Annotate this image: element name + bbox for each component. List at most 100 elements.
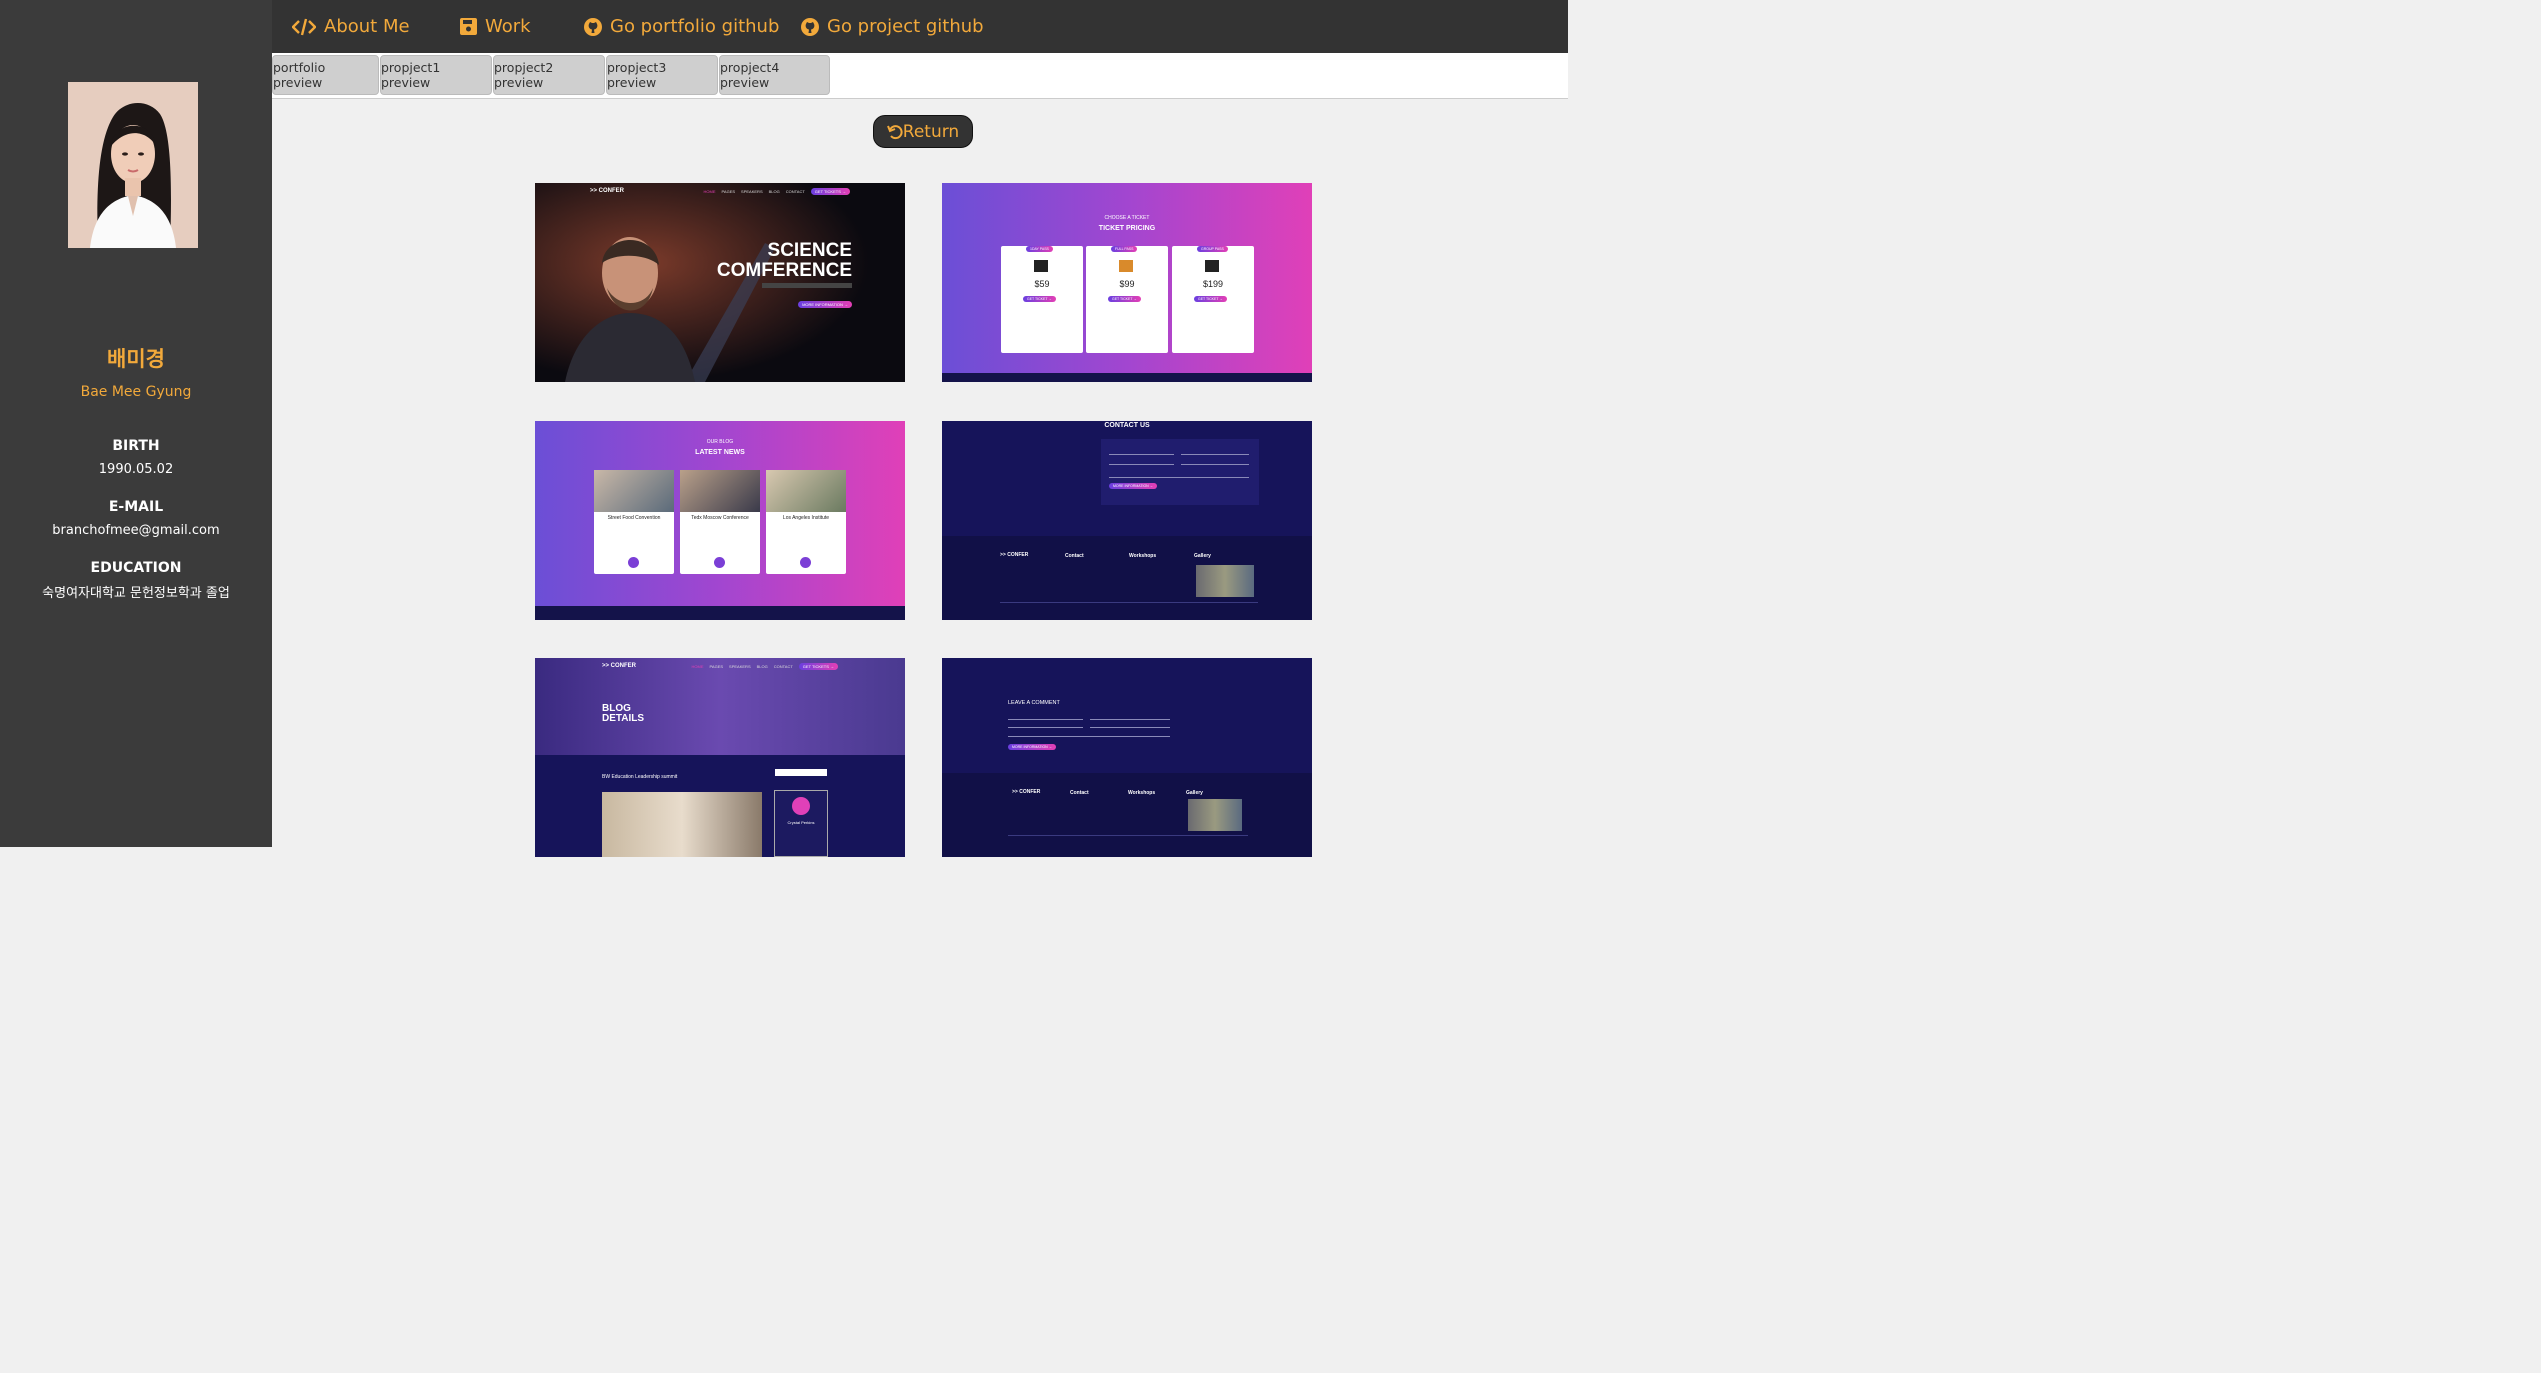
pricing-button: GET TICKET → — [1194, 296, 1227, 302]
hero-title-line2: COMFERENCE — [716, 260, 852, 281]
form-line — [1109, 464, 1174, 465]
blog-search-field — [775, 769, 827, 776]
return-button[interactable]: Return — [873, 115, 973, 148]
pricing-title: TICKET PRICING — [1098, 225, 1156, 232]
hero-cta: GET TICKETS → — [810, 188, 850, 195]
blog-post-image — [602, 792, 762, 857]
pricing-button: GET TICKET → — [1108, 296, 1141, 302]
tab-project4-preview[interactable]: propjeсt4 preview — [719, 55, 830, 95]
preview-news[interactable]: OUR BLOG LATEST NEWS Street Food Convent… — [535, 421, 905, 620]
education-label: EDUCATION — [90, 560, 182, 576]
pricing-card: GROUP PASS $199 GET TICKET → — [1172, 246, 1254, 353]
pricing-tag: FULL PASS — [1111, 246, 1138, 252]
preview-contact[interactable]: CONTACT US MORE INFORMATION → >> CONFER … — [942, 421, 1312, 620]
nav-project-github-label: Go project github — [827, 16, 984, 37]
news-card: Tedx Moscow Conference — [680, 470, 760, 574]
name-english: Bae Mee Gyung — [80, 384, 192, 400]
news-card: Street Food Convention — [594, 470, 674, 574]
hero-subtitle-bar — [762, 283, 852, 288]
form-line — [1181, 454, 1249, 455]
email-value: branchofmee@gmail.com — [52, 523, 220, 538]
form-line — [1008, 727, 1083, 728]
code-icon — [292, 18, 316, 35]
hero-logo: >> CONFER — [590, 188, 625, 194]
tab-project2-preview[interactable]: propjeсt2 preview — [493, 55, 605, 95]
hero-menu-item: SPEAKERS — [741, 189, 763, 194]
nav-about-label: About Me — [324, 16, 410, 37]
news-footer-bar — [535, 606, 905, 620]
nav-work-label: Work — [485, 16, 531, 37]
form-line — [1090, 719, 1170, 720]
nav-project-github[interactable]: Go project github — [801, 0, 984, 53]
footer-divider — [1000, 602, 1258, 603]
return-label: Return — [902, 121, 960, 142]
form-line — [1008, 719, 1083, 720]
blog-menu-item: BLOG — [756, 664, 768, 669]
footer-col: Contact — [1070, 790, 1089, 796]
pricing-button: GET TICKET → — [1023, 296, 1056, 302]
news-arrow-icon — [800, 557, 811, 568]
hero-button: MORE INFORMATION → — [798, 301, 852, 308]
footer-col: Workshops — [1129, 553, 1157, 559]
news-arrow-icon — [714, 557, 725, 568]
news-image — [766, 470, 846, 512]
contact-form: MORE INFORMATION → — [1101, 439, 1259, 505]
pricing-icon — [1034, 260, 1048, 272]
footer-col: Gallery — [1194, 553, 1211, 559]
pricing-price: $199 — [1202, 279, 1224, 289]
hero-menu-item: BLOG — [768, 189, 780, 194]
github-icon — [584, 17, 602, 36]
preview-blog-details[interactable]: >> CONFER HOME PAGES SPEAKERS BLOG CONTA… — [535, 658, 905, 857]
preview-comment[interactable]: LEAVE A COMMENT MORE INFORMATION → >> CO… — [942, 658, 1312, 857]
pricing-eyebrow: CHOOSE A TICKET — [1104, 215, 1150, 221]
blog-menu-item: SPEAKERS — [729, 664, 751, 669]
news-eyebrow: OUR BLOG — [706, 439, 734, 445]
tab-project1-preview[interactable]: propjeсt1 preview — [380, 55, 492, 95]
author-name: Crystal Perkins — [787, 820, 815, 825]
preview-tabs: portfolio preview propjeсt1 preview prop… — [272, 53, 1568, 99]
form-line — [1090, 727, 1170, 728]
footer-col: Workshops — [1128, 790, 1156, 796]
undo-icon — [886, 124, 903, 139]
news-post-title: Los Angeles Institute — [782, 515, 830, 521]
pricing-card: FULL PASS $99 GET TICKET → — [1086, 246, 1168, 353]
birth-value: 1990.05.02 — [98, 462, 174, 477]
nav-work[interactable]: Work — [460, 0, 531, 53]
nav-about-me[interactable]: About Me — [292, 0, 410, 53]
pricing-tag: GROUP PASS — [1197, 246, 1228, 252]
form-line — [1109, 477, 1249, 478]
name-korean: 배미경 — [107, 347, 165, 371]
footer-gallery — [1188, 799, 1242, 831]
author-avatar — [792, 797, 810, 815]
email-label: E-MAIL — [108, 499, 164, 515]
blog-cta: GET TICKETS → — [798, 663, 838, 670]
tab-project3-preview[interactable]: propjeсt3 preview — [606, 55, 718, 95]
comment-button: MORE INFORMATION → — [1008, 744, 1057, 750]
preview-hero[interactable]: >> CONFER HOME PAGES SPEAKERS BLOG CONTA… — [535, 183, 905, 382]
contact-title: CONTACT US — [1104, 422, 1150, 429]
top-navigation: About Me Work Go portfolio github Go pro… — [272, 0, 1568, 53]
hero-title-line1: SCIENCE — [767, 240, 852, 261]
footer-col: Contact — [1065, 553, 1084, 559]
nav-portfolio-github-label: Go portfolio github — [610, 16, 780, 37]
hero-title: SCIENCE COMFERENCE — [717, 241, 852, 281]
news-title: LATEST NEWS — [695, 449, 745, 456]
hero-menu-item: CONTACT — [785, 189, 805, 194]
hero-menu-item: PAGES — [721, 189, 736, 194]
footer-gallery — [1196, 565, 1254, 597]
preview-pricing[interactable]: CHOOSE A TICKET TICKET PRICING 1DAY PASS… — [942, 183, 1312, 382]
tab-portfolio-preview[interactable]: portfolio preview — [272, 55, 379, 95]
news-post-title: Tedx Moscow Conference — [691, 515, 749, 521]
blog-title-line2: DETAILS — [602, 713, 645, 724]
blog-menu-item: HOME — [691, 664, 704, 669]
contact-button: MORE INFORMATION → — [1109, 483, 1158, 489]
comment-footer: >> CONFER Contact Workshops Gallery — [942, 773, 1312, 857]
footer-logo: >> CONFER — [1000, 552, 1029, 558]
author-card: Crystal Perkins — [774, 790, 828, 857]
hero-menu: HOME PAGES SPEAKERS BLOG CONTACT GET TIC… — [704, 188, 850, 195]
form-line — [1109, 454, 1174, 455]
nav-portfolio-github[interactable]: Go portfolio github — [584, 0, 779, 53]
pricing-icon — [1119, 260, 1133, 272]
blog-banner — [535, 658, 905, 755]
pricing-price: $99 — [1119, 279, 1135, 289]
